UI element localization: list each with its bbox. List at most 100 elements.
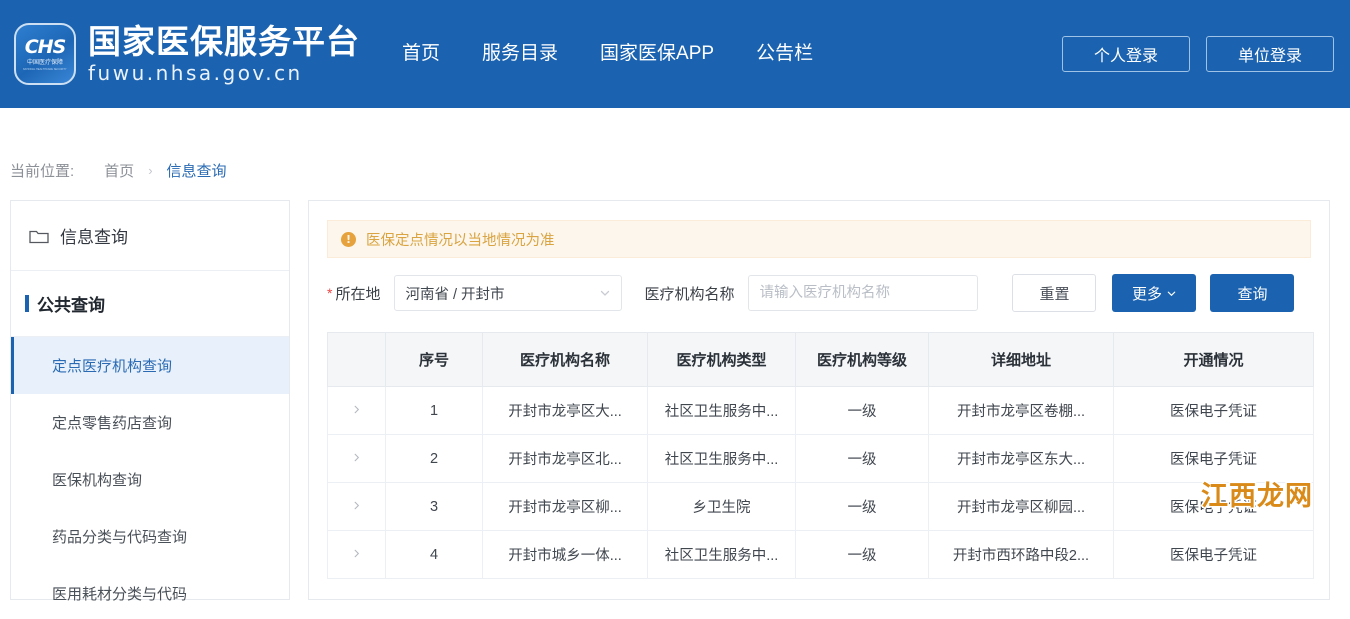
personal-login-button[interactable]: 个人登录 <box>1062 36 1190 72</box>
cell-name: 开封市龙亭区大... <box>482 386 648 435</box>
sidebar-group-label: 公共查询 <box>37 296 105 315</box>
sidebar-item-label: 医用耗材分类与代码 <box>52 586 188 603</box>
cell-index: 2 <box>385 434 483 483</box>
main-nav: 首页 服务目录 国家医保APP 公告栏 <box>402 42 813 66</box>
cell-open: 医保电子凭证 <box>1113 530 1314 579</box>
sidebar-header[interactable]: 信息查询 <box>11 201 289 271</box>
cell-type: 社区卫生服务中... <box>647 434 796 483</box>
table-row[interactable]: 4 开封市城乡一体... 社区卫生服务中... 一级 开封市西环路中段2... … <box>327 530 1314 579</box>
th-open-status: 开通情况 <box>1113 332 1314 387</box>
reset-button[interactable]: 重置 <box>1012 274 1097 312</box>
cell-level: 一级 <box>795 530 929 579</box>
sidebar-header-label: 信息查询 <box>60 228 128 247</box>
site-title: 国家医保服务平台 <box>88 23 360 60</box>
cell-level: 一级 <box>795 482 929 531</box>
search-form: * 所在地 河南省 / 开封市 医疗机构名称 重置 更多 查询 <box>309 258 1329 312</box>
breadcrumb-current[interactable]: 信息查询 <box>167 160 227 181</box>
th-expand <box>327 332 386 387</box>
th-org-level: 医疗机构等级 <box>795 332 929 387</box>
cell-expand[interactable] <box>327 386 386 435</box>
cell-name: 开封市龙亭区柳... <box>482 482 648 531</box>
cell-expand[interactable] <box>327 482 386 531</box>
nav-item-bulletin[interactable]: 公告栏 <box>756 42 813 66</box>
cell-address: 开封市龙亭区东大... <box>928 434 1114 483</box>
more-button[interactable]: 更多 <box>1112 274 1197 312</box>
cell-type: 社区卫生服务中... <box>647 530 796 579</box>
search-button[interactable]: 查询 <box>1210 274 1295 312</box>
cell-name: 开封市城乡一体... <box>482 530 648 579</box>
sidebar-item-insurance-agency[interactable]: 医保机构查询 <box>11 451 289 508</box>
cell-open: 医保电子凭证 <box>1113 386 1314 435</box>
breadcrumb-label: 当前位置: <box>10 163 75 180</box>
chevron-down-icon <box>601 290 610 296</box>
location-label: 所在地 <box>335 285 381 303</box>
table-row[interactable]: 3 开封市龙亭区柳... 乡卫生院 一级 开封市龙亭区柳园... 医保电子凭证 <box>327 482 1314 531</box>
breadcrumb-separator-icon: › <box>148 163 153 178</box>
cell-open: 医保电子凭证 <box>1113 434 1314 483</box>
main-panel: ! 医保定点情况以当地情况为准 * 所在地 河南省 / 开封市 医疗机构名称 重… <box>308 200 1330 600</box>
location-select[interactable]: 河南省 / 开封市 <box>394 275 623 311</box>
sidebar-item-label: 药品分类与代码查询 <box>52 529 188 546</box>
sidebar-item-drug-code[interactable]: 药品分类与代码查询 <box>11 508 289 565</box>
table-head: 序号 医疗机构名称 医疗机构类型 医疗机构等级 详细地址 开通情况 <box>327 332 1314 387</box>
th-index: 序号 <box>385 332 483 387</box>
alert-text: 医保定点情况以当地情况为准 <box>366 232 555 249</box>
results-table-wrapper: 序号 医疗机构名称 医疗机构类型 医疗机构等级 详细地址 开通情况 1 开封市龙… <box>327 332 1314 579</box>
sidebar-group-public-query: 公共查询 <box>11 271 289 337</box>
nav-item-home[interactable]: 首页 <box>402 42 440 66</box>
cell-level: 一级 <box>795 386 929 435</box>
chevron-right-icon[interactable] <box>351 404 362 415</box>
table-row[interactable]: 1 开封市龙亭区大... 社区卫生服务中... 一级 开封市龙亭区卷棚... 医… <box>327 386 1314 435</box>
th-org-type: 医疗机构类型 <box>647 332 796 387</box>
auth-buttons: 个人登录 单位登录 <box>1062 36 1334 72</box>
sidebar-item-label: 定点零售药店查询 <box>52 415 173 432</box>
exclamation-icon: ! <box>341 231 356 247</box>
org-login-button[interactable]: 单位登录 <box>1206 36 1334 72</box>
more-button-label: 更多 <box>1131 285 1162 303</box>
cell-index: 1 <box>385 386 483 435</box>
sidebar-item-designated-medical[interactable]: 定点医疗机构查询 <box>11 337 289 394</box>
breadcrumb-home[interactable]: 首页 <box>104 160 134 181</box>
cell-address: 开封市龙亭区卷棚... <box>928 386 1114 435</box>
sidebar: 信息查询 公共查询 定点医疗机构查询 定点零售药店查询 医保机构查询 药品分类与… <box>10 200 290 603</box>
cell-level: 一级 <box>795 434 929 483</box>
cell-expand[interactable] <box>327 530 386 579</box>
org-name-label: 医疗机构名称 <box>644 285 735 303</box>
cell-address: 开封市龙亭区柳园... <box>928 482 1114 531</box>
page-layout: 信息查询 公共查询 定点医疗机构查询 定点零售药店查询 医保机构查询 药品分类与… <box>0 200 1350 603</box>
chs-logo-icon: CHS 中国医疗保障 NATIONAL HEALTHCARE SECURITY <box>14 23 76 85</box>
required-marker: * <box>327 285 333 301</box>
results-table: 序号 医疗机构名称 医疗机构类型 医疗机构等级 详细地址 开通情况 1 开封市龙… <box>327 332 1314 579</box>
cell-type: 乡卫生院 <box>647 482 796 531</box>
cell-index: 4 <box>385 530 483 579</box>
nav-item-service-catalog[interactable]: 服务目录 <box>482 42 558 66</box>
th-org-name: 医疗机构名称 <box>482 332 648 387</box>
org-name-input[interactable] <box>748 275 979 311</box>
cell-index: 3 <box>385 482 483 531</box>
cell-expand[interactable] <box>327 434 386 483</box>
chevron-right-icon[interactable] <box>351 452 362 463</box>
nav-item-app[interactable]: 国家医保APP <box>600 42 714 66</box>
cell-type: 社区卫生服务中... <box>647 386 796 435</box>
chevron-right-icon[interactable] <box>351 548 362 559</box>
location-select-value: 河南省 / 开封市 <box>405 286 505 303</box>
table-row[interactable]: 2 开封市龙亭区北... 社区卫生服务中... 一级 开封市龙亭区东大... 医… <box>327 434 1314 483</box>
cell-address: 开封市西环路中段2... <box>928 530 1114 579</box>
th-address: 详细地址 <box>928 332 1114 387</box>
chevron-right-icon[interactable] <box>351 500 362 511</box>
cell-open: 医保电子凭证 <box>1113 482 1314 531</box>
site-header: CHS 中国医疗保障 NATIONAL HEALTHCARE SECURITY … <box>0 0 1350 108</box>
table-header-row: 序号 医疗机构名称 医疗机构类型 医疗机构等级 详细地址 开通情况 <box>327 332 1314 387</box>
logo-mark: CHS <box>24 35 67 58</box>
brand[interactable]: CHS 中国医疗保障 NATIONAL HEALTHCARE SECURITY … <box>14 23 360 85</box>
logo-subtitle: 中国医疗保障 <box>26 59 63 66</box>
sidebar-item-designated-pharmacy[interactable]: 定点零售药店查询 <box>11 394 289 451</box>
logo-subtitle-en: NATIONAL HEALTHCARE SECURITY <box>23 66 67 71</box>
group-accent-bar <box>25 295 29 312</box>
sidebar-item-consumable-code[interactable]: 医用耗材分类与代码 <box>11 565 289 619</box>
cell-name: 开封市龙亭区北... <box>482 434 648 483</box>
site-url: fuwu.nhsa.gov.cn <box>88 61 303 85</box>
folder-icon <box>29 230 49 243</box>
table-body: 1 开封市龙亭区大... 社区卫生服务中... 一级 开封市龙亭区卷棚... 医… <box>327 386 1314 579</box>
chevron-down-icon <box>1167 291 1176 296</box>
